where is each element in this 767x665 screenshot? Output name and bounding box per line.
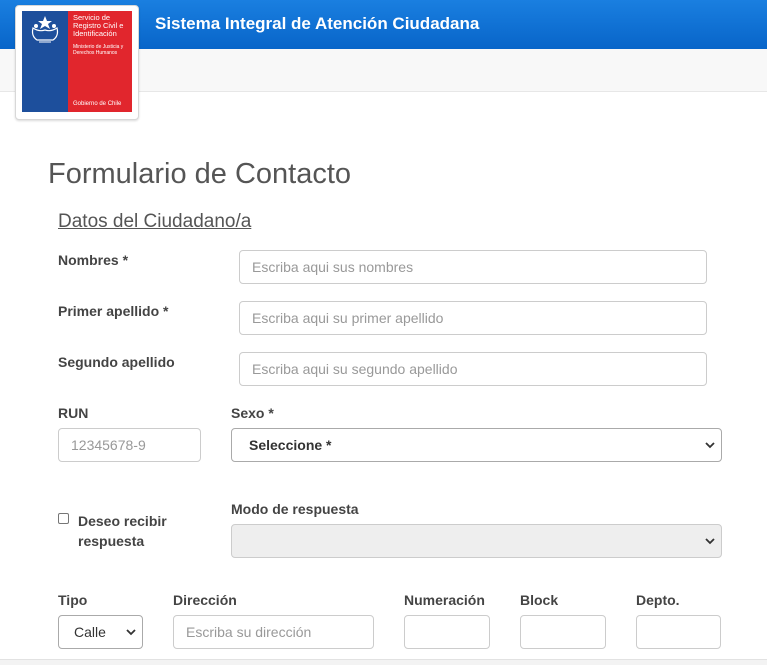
modo-respuesta-label: Modo de respuesta (231, 501, 359, 517)
chevron-down-icon (705, 442, 715, 449)
segundo-apellido-input[interactable]: Escriba aqui su segundo apellido (239, 352, 707, 386)
logo-government-name: Gobierno de Chile (73, 101, 122, 107)
page-title: Formulario de Contacto (48, 158, 352, 190)
section-title: Datos del Ciudadano/a (58, 211, 252, 232)
direccion-input[interactable]: Escriba su dirección (173, 615, 374, 649)
segundo-apellido-label: Segundo apellido (58, 354, 175, 370)
primer-apellido-label: Primer apellido * (58, 303, 169, 319)
depto-input[interactable] (636, 615, 721, 649)
numeracion-input[interactable] (404, 615, 490, 649)
tipo-select[interactable]: Calle (58, 615, 143, 649)
logo-ministry-name: Ministerio de Justicia y Derechos Humano… (73, 44, 124, 56)
tipo-label: Tipo (58, 592, 88, 608)
chile-coat-of-arms-icon (31, 16, 59, 43)
sexo-selected-value: Seleccione * (249, 437, 332, 453)
sexo-select[interactable]: Seleccione * (231, 428, 722, 462)
logo-service-name: Servicio de Registro Civil e Identificac… (73, 13, 124, 38)
nombres-label: Nombres * (58, 252, 129, 268)
institution-logo[interactable]: Servicio de Registro Civil e Identificac… (15, 5, 139, 120)
block-label: Block (520, 592, 559, 608)
run-label: RUN (58, 405, 89, 421)
respuesta-checkbox-label[interactable]: Deseo recibir respuesta (78, 511, 188, 551)
run-input[interactable]: 12345678-9 (58, 428, 201, 462)
respuesta-checkbox[interactable] (58, 513, 69, 524)
numeracion-label: Numeración (404, 592, 485, 608)
bottom-strip (0, 659, 767, 665)
app-title: Sistema Integral de Atención Ciudadana (155, 14, 480, 33)
chevron-down-icon (126, 629, 136, 636)
nombres-input[interactable]: Escriba aqui sus nombres (239, 250, 707, 284)
block-input[interactable] (520, 615, 606, 649)
primer-apellido-input[interactable]: Escriba aqui su primer apellido (239, 301, 707, 335)
depto-label: Depto. (636, 592, 680, 608)
direccion-label: Dirección (173, 592, 237, 608)
modo-respuesta-select[interactable] (231, 524, 722, 558)
sexo-label: Sexo * (231, 405, 274, 421)
chevron-down-icon (705, 538, 715, 545)
tipo-selected-value: Calle (74, 624, 106, 640)
